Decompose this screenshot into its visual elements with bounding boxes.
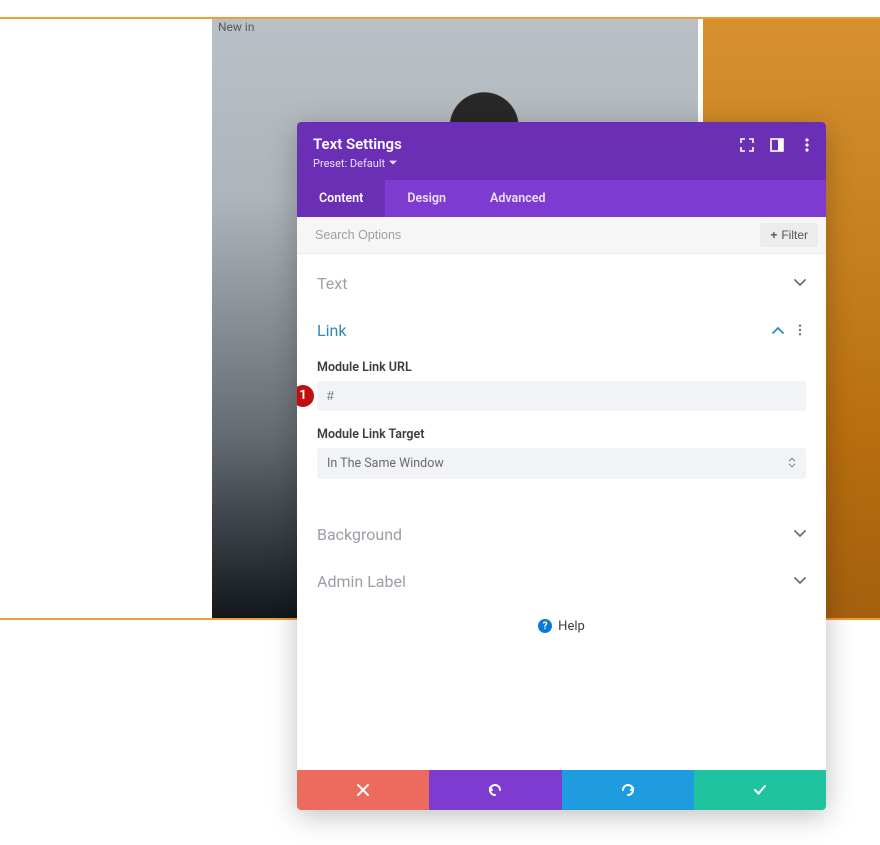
annotation-badge-1: 1	[297, 385, 314, 407]
field-row-target: In The Same Window	[317, 448, 806, 479]
check-icon	[753, 783, 767, 797]
redo-icon	[621, 783, 635, 797]
more-button[interactable]	[796, 134, 818, 156]
field-label-url: Module Link URL	[317, 360, 806, 375]
snap-button[interactable]	[766, 134, 788, 156]
section-text-title: Text	[317, 274, 347, 293]
modal-header-actions	[736, 134, 818, 156]
expand-icon	[740, 138, 754, 152]
filter-button[interactable]: + Filter	[760, 223, 818, 247]
section-background[interactable]: Background	[297, 511, 826, 558]
preset-label: Preset: Default	[313, 157, 385, 170]
section-text[interactable]: Text	[297, 260, 826, 307]
module-link-url-input[interactable]	[317, 381, 806, 411]
section-link[interactable]: Link	[297, 307, 826, 354]
section-link-more[interactable]	[794, 321, 806, 340]
help-icon: ?	[538, 619, 552, 633]
tab-design[interactable]: Design	[385, 180, 468, 217]
undo-button[interactable]	[429, 770, 561, 810]
modal-footer	[297, 770, 826, 810]
field-row-url: 1	[317, 381, 806, 411]
modal-tabs: Content Design Advanced	[297, 180, 826, 217]
undo-icon	[488, 783, 502, 797]
chevron-down-icon	[389, 160, 397, 166]
section-background-title: Background	[317, 525, 402, 544]
modal-header: Text Settings Preset: Default	[297, 122, 826, 180]
text-settings-modal: Text Settings Preset: Default	[297, 122, 826, 810]
page-background: New in Text Settings Preset: Default	[0, 0, 880, 845]
new-in-label: New in	[218, 20, 254, 34]
confirm-button[interactable]	[694, 770, 826, 810]
section-link-body: Module Link URL 1 Module Link Target In …	[297, 360, 826, 511]
tab-content[interactable]: Content	[297, 180, 385, 217]
search-input[interactable]	[313, 227, 760, 243]
search-row: + Filter	[297, 217, 826, 254]
module-link-target-select[interactable]: In The Same Window	[317, 448, 806, 479]
preset-dropdown[interactable]: Preset: Default	[313, 157, 810, 170]
snap-icon	[770, 138, 784, 152]
field-label-target: Module Link Target	[317, 427, 806, 442]
section-link-title: Link	[317, 321, 346, 340]
chevron-up-icon	[772, 321, 784, 340]
redo-button[interactable]	[562, 770, 694, 810]
cancel-button[interactable]	[297, 770, 429, 810]
sections-container: Text Link Module Link URL	[297, 254, 826, 771]
chevron-down-icon	[794, 525, 806, 544]
kebab-icon	[800, 138, 814, 152]
tab-advanced[interactable]: Advanced	[468, 180, 568, 217]
help-link[interactable]: ? Help	[297, 605, 826, 644]
filter-label: Filter	[781, 228, 808, 242]
close-icon	[356, 783, 370, 797]
expand-button[interactable]	[736, 134, 758, 156]
chevron-down-icon	[794, 572, 806, 591]
chevron-down-icon	[794, 274, 806, 293]
plus-icon: +	[770, 228, 777, 242]
help-label: Help	[558, 619, 585, 634]
section-admin-label[interactable]: Admin Label	[297, 558, 826, 605]
section-admin-label-title: Admin Label	[317, 572, 406, 591]
